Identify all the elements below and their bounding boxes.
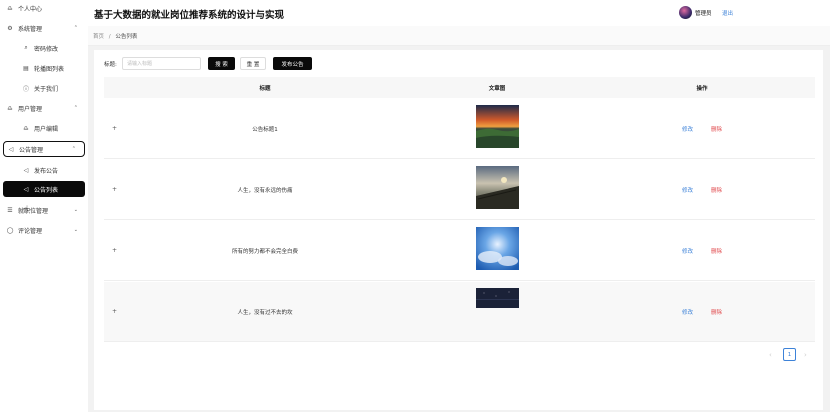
chevron-up-icon: ⌃ [73,25,78,31]
sidebar-item-label: 公告列表 [34,186,59,194]
edit-button[interactable]: 修改 [682,125,693,133]
admin-label[interactable]: 管理员 [695,9,712,17]
row-title: 人生，没有过不去的坎 [237,310,293,316]
pagination-next[interactable]: › [804,351,807,359]
gear-icon: ⚙ [7,24,13,32]
breadcrumb-current: 公告列表 [115,34,138,40]
users-icon: ♎ [7,104,13,112]
table-row: + 人生，没有过不去的坎 修改 删除 [104,282,815,342]
delete-button[interactable]: 删除 [711,247,722,255]
column-header-actions: 操作 [696,86,708,92]
expand-icon[interactable]: + [112,308,117,315]
row-title: 公告标题1 [252,127,278,133]
article-image [476,227,519,270]
sidebar-item-label: 用户编辑 [34,125,59,133]
article-image [476,166,519,209]
page-title: 基于大数据的就业岗位推荐系统的设计与实现 [94,10,285,21]
edit-button[interactable]: 修改 [682,308,693,316]
sidebar: ♎ 个人中心 ⚙ 系统管理 ⌃ ⌕ 密码修改 ▤ 轮播图列表 ⓘ 关于我们 ♎ … [0,0,88,412]
reset-button[interactable]: 重 置 [240,57,266,70]
sidebar-item-users[interactable]: ♎ 用户管理 ⌃ [6,100,86,116]
sidebar-item-password[interactable]: ⌕ 密码修改 [22,40,86,56]
breadcrumb-home[interactable]: 首页 [93,34,104,40]
avatar[interactable] [679,6,692,19]
sidebar-item-label: 用户管理 [18,105,43,113]
megaphone-icon: ◁ [8,145,14,153]
pagination-page[interactable]: 1 [783,348,796,361]
chevron-up-icon: ⌃ [71,146,76,152]
column-header-title: 标题 [259,86,271,92]
article-image [476,288,519,308]
row-title: 所有的努力都不会完全白费 [231,249,299,255]
sidebar-item-system[interactable]: ⚙ 系统管理 ⌃ [6,20,86,36]
list-icon: ☰ [7,206,13,214]
sidebar-item-about[interactable]: ⓘ 关于我们 [22,80,86,96]
column-header-image: 文章图 [488,86,506,92]
user-icon: ♎ [23,124,29,132]
mouse-cursor-icon: ☝ [23,205,29,215]
sidebar-item-announcement-list[interactable]: ◁ 公告列表 [3,181,85,197]
delete-button[interactable]: 删除 [711,186,722,194]
publish-announcement-button[interactable]: 发布公告 [273,57,312,70]
table-row: + 所有的努力都不会完全白费 修改 删除 [104,221,815,281]
breadcrumb-separator: / [108,34,111,40]
comment-icon: ◯ [6,226,14,234]
sidebar-item-label: 公告管理 [19,146,44,154]
row-title: 人生，没有永远的伤痛 [237,188,293,194]
megaphone-icon: ◁ [23,166,29,174]
chevron-up-icon: ⌃ [73,105,78,111]
table-row: + 公告标题1 修改 删除 [104,99,815,159]
sidebar-item-jobs[interactable]: ☰ 就职位管理 ⌄ [6,202,86,218]
breadcrumb-bar: 首页 / 公告列表 [88,26,830,46]
table-header: 标题 文章图 操作 [104,77,815,98]
delete-button[interactable]: 删除 [711,308,722,316]
info-icon: ⓘ [22,85,29,93]
sidebar-item-label: 发布公告 [34,167,59,175]
sidebar-item-label: 系统管理 [18,25,43,33]
expand-icon[interactable]: + [112,125,117,132]
delete-button[interactable]: 删除 [711,125,722,133]
image-icon: ▤ [23,64,29,72]
megaphone-icon: ◁ [23,185,29,193]
logout-link[interactable]: 退出 [722,9,733,17]
sidebar-item-comments[interactable]: ◯ 评论管理 ⌄ [6,222,86,238]
sidebar-item-profile[interactable]: ♎ 个人中心 [6,0,86,16]
user-icon: ♎ [7,4,13,12]
edit-button[interactable]: 修改 [682,247,693,255]
sidebar-item-publish-announcement[interactable]: ◁ 发布公告 [22,162,86,178]
sidebar-item-label: 密码修改 [34,45,59,53]
top-header: 基于大数据的就业岗位推荐系统的设计与实现 [88,0,830,26]
expand-icon[interactable]: + [112,186,117,193]
chevron-down-icon: ⌄ [73,227,78,233]
breadcrumb: 首页 / 公告列表 [93,32,137,40]
sidebar-item-label: 评论管理 [18,227,43,235]
key-icon: ⌕ [24,44,28,51]
sidebar-item-label: 关于我们 [34,85,59,93]
search-input[interactable] [122,57,201,70]
table-row: + 人生，没有永远的伤痛 修改 删除 [104,160,815,220]
sidebar-item-user-edit[interactable]: ♎ 用户编辑 [22,120,86,136]
sidebar-item-label: 轮播图列表 [34,65,65,73]
search-button[interactable]: 搜 索 [208,57,235,70]
chevron-down-icon: ⌄ [73,207,78,213]
expand-icon[interactable]: + [112,247,117,254]
article-image [476,105,519,148]
edit-button[interactable]: 修改 [682,186,693,194]
search-label: 标题: [104,62,117,68]
pagination-prev[interactable]: ‹ [769,351,772,359]
sidebar-item-announcements[interactable]: ◁ 公告管理 ⌃ [3,141,85,157]
sidebar-item-carousel[interactable]: ▤ 轮播图列表 [22,60,86,76]
sidebar-item-label: 个人中心 [18,5,43,13]
